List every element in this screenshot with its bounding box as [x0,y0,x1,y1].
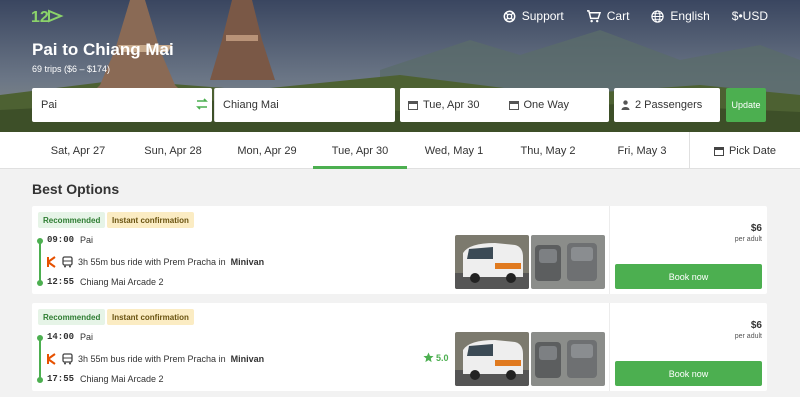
departure-place: Pai [80,332,94,342]
ride-description: 3h 55m bus ride with Prem Pracha in [78,354,226,364]
departure-dot [37,335,43,341]
person-icon [621,100,630,110]
cart-label: Cart [606,9,630,23]
departure-row: 09:00 Pai [47,235,93,245]
calendar-icon [508,101,519,110]
globe-icon [651,9,665,23]
price: $6 [750,320,762,331]
ride-description: 3h 55m bus ride with Prem Pracha in [78,257,226,267]
ride-info: 3h 55m bus ride with Prem Pracha in Mini… [47,256,264,268]
vehicle-interior-photo[interactable] [531,332,605,386]
vehicle-type: Minivan [230,257,265,267]
arrival-place: Chiang Mai Arcade 2 [80,374,164,384]
date-tab-active[interactable]: Tue, Apr 30 [313,132,407,169]
route-timeline [39,240,41,284]
rating[interactable]: 5.0 [423,352,449,363]
currency-label: $•USD [731,9,768,23]
cart-icon [586,9,601,22]
top-navigation: Support Cart English $•USD [503,9,768,23]
instant-confirmation-badge: Instant confirmation [107,212,194,228]
trip-card[interactable]: Recommended Instant confirmation 09:00 P… [32,206,767,294]
swap-icon[interactable] [195,97,209,111]
language-selector[interactable]: English [651,9,710,23]
calendar-icon [408,101,418,110]
card-divider [609,303,610,391]
departure-place: Pai [80,235,94,245]
logo-icon[interactable]: 12 [30,5,64,27]
card-divider [609,206,610,294]
to-value: Chiang Mai [223,99,279,111]
instant-confirmation-badge: Instant confirmation [107,309,194,325]
svg-text:12: 12 [31,9,49,26]
update-button[interactable]: Update [726,88,766,122]
vehicle-type: Minivan [230,354,265,364]
section-title: Best Options [32,181,120,197]
date-tab[interactable]: Sat, Apr 27 [31,132,125,169]
departure-time: 09:00 [47,235,75,245]
pick-date-label: Pick Date [728,144,777,157]
trip-type-field[interactable]: One Way [508,99,610,111]
pick-date-button[interactable]: Pick Date [689,132,800,169]
support-label: Support [521,9,564,23]
trip-card[interactable]: Recommended Instant confirmation 14:00 P… [32,303,767,391]
passengers-field[interactable]: 2 Passengers [614,88,720,122]
vehicle-interior-photo[interactable] [531,235,605,289]
price-unit: per adult [734,333,762,340]
bus-icon [62,256,73,268]
arrival-time: 12:55 [47,277,75,287]
date-tabs: Sat, Apr 27 Sun, Apr 28 Mon, Apr 29 Tue,… [0,132,800,169]
price: $6 [750,223,762,234]
rating-value: 5.0 [436,352,449,363]
page-title: Pai to Chiang Mai [32,40,174,59]
departure-dot [37,238,43,244]
date-trip-field[interactable]: Tue, Apr 30 One Way [400,88,609,122]
trip-type-value: One Way [523,99,569,111]
price-unit: per adult [734,236,762,243]
date-tab[interactable]: Fri, May 3 [595,132,689,169]
calendar-icon [713,146,724,156]
language-label: English [670,9,710,23]
recommended-badge: Recommended [38,212,106,228]
date-tab[interactable]: Thu, May 2 [501,132,595,169]
ride-info: 3h 55m bus ride with Prem Pracha in Mini… [47,353,264,365]
date-field[interactable]: Tue, Apr 30 [408,99,509,111]
date-tab[interactable]: Wed, May 1 [407,132,501,169]
vehicle-exterior-photo[interactable] [455,332,529,386]
to-field[interactable]: Chiang Mai [214,88,395,122]
departure-time: 14:00 [47,332,75,342]
support-link[interactable]: Support [503,9,564,23]
arrival-dot [37,280,43,286]
date-value: Tue, Apr 30 [423,99,480,111]
arrival-row: 12:55 Chiang Mai Arcade 2 [47,277,164,287]
cart-link[interactable]: Cart [586,9,630,23]
date-tab[interactable]: Sun, Apr 28 [126,132,220,169]
star-icon [423,352,434,363]
departure-row: 14:00 Pai [47,332,93,342]
trip-count-subtitle: 69 trips ($6 – $174) [32,64,111,74]
vehicle-exterior-photo[interactable] [455,235,529,289]
operator-logo-icon [47,256,56,268]
arrival-time: 17:55 [47,374,75,384]
lifebuoy-icon [503,10,516,22]
bus-icon [62,353,73,365]
arrival-row: 17:55 Chiang Mai Arcade 2 [47,374,164,384]
currency-selector[interactable]: $•USD [732,9,768,23]
from-value: Pai [41,99,57,111]
book-now-button[interactable]: Book now [615,264,762,289]
book-now-button[interactable]: Book now [615,361,762,386]
route-timeline [39,337,41,381]
operator-logo-icon [47,353,56,365]
date-tab[interactable]: Mon, Apr 29 [220,132,314,169]
arrival-place: Chiang Mai Arcade 2 [80,277,164,287]
from-field[interactable]: Pai [32,88,212,122]
arrival-dot [37,377,43,383]
passengers-value: 2 Passengers [635,99,703,111]
recommended-badge: Recommended [38,309,106,325]
